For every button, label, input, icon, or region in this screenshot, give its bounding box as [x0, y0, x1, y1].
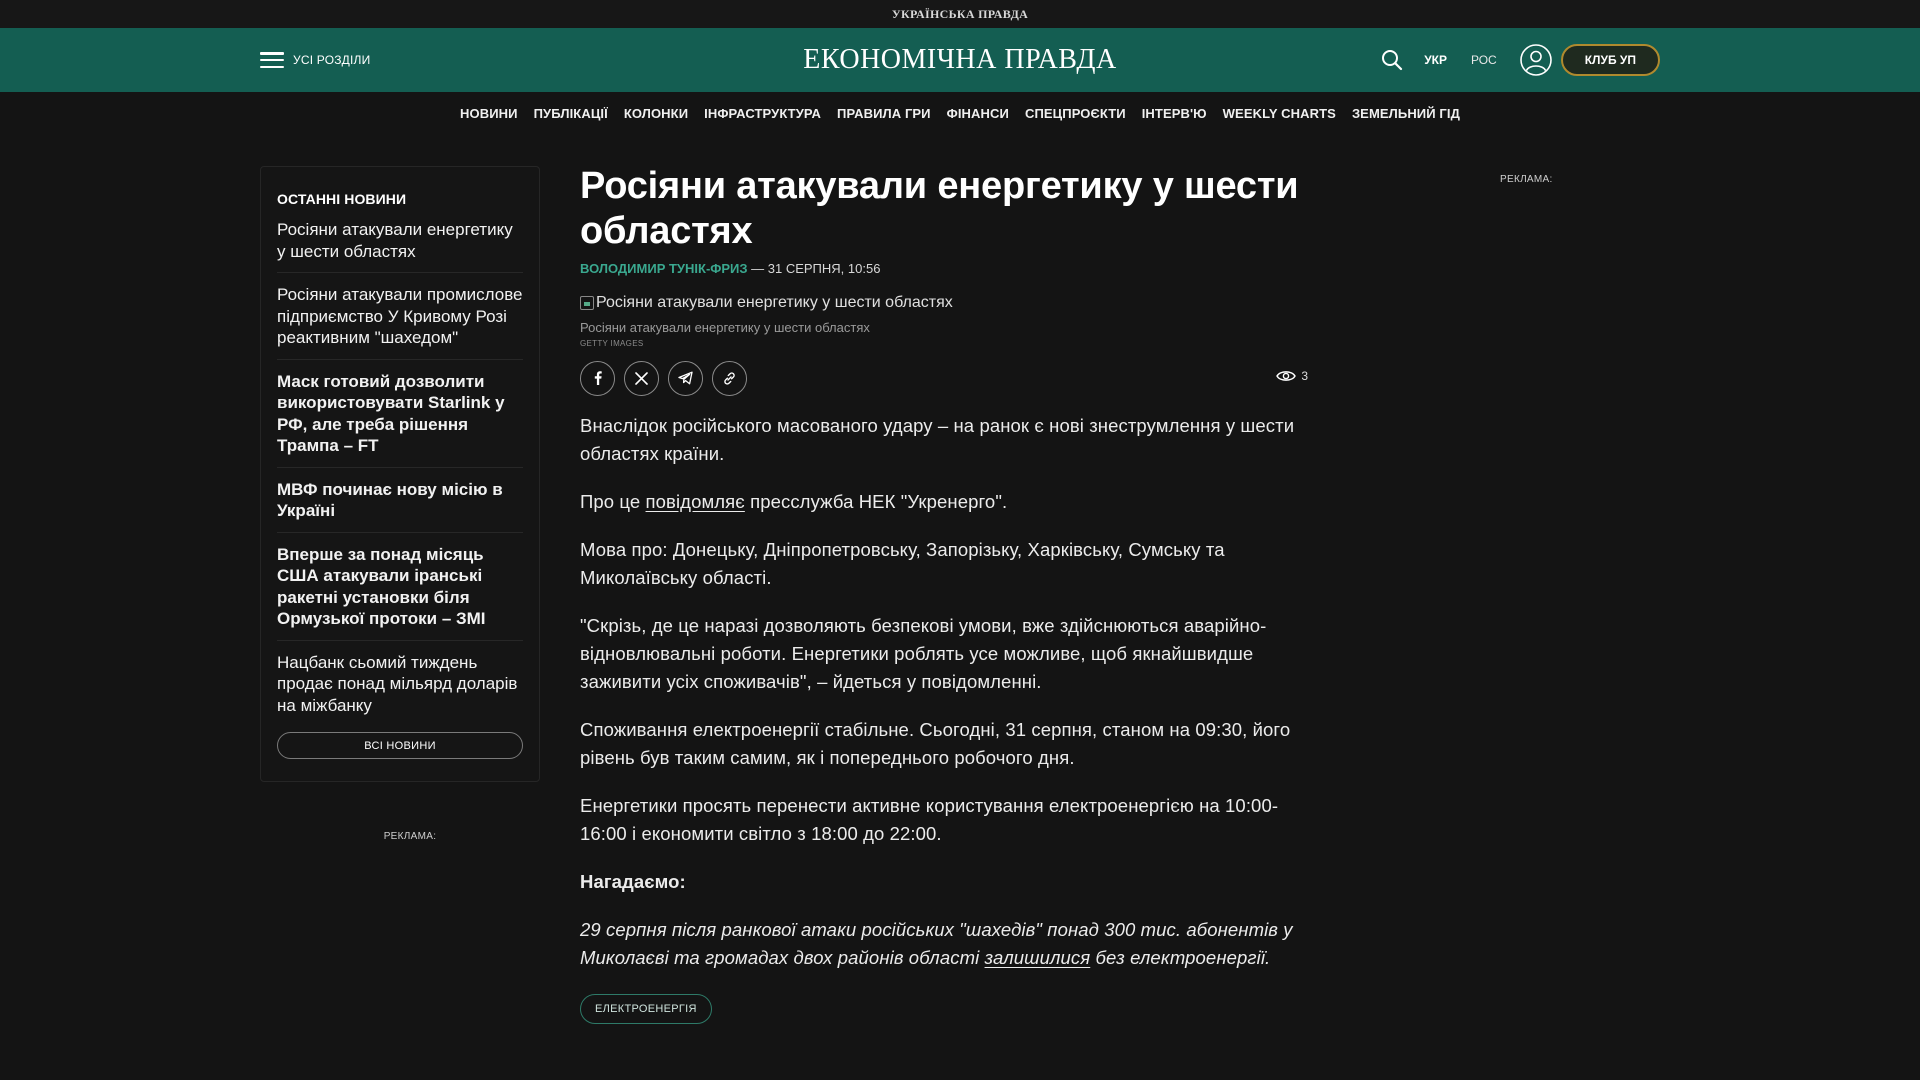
menu-label: УСІ РОЗДІЛИ [293, 53, 371, 67]
article: Росіяни атакували енергетику у шести обл… [580, 164, 1310, 1024]
view-count-value: 3 [1301, 369, 1308, 383]
share-row: 3 [580, 360, 1310, 396]
article-meta: ВОЛОДИМИР ТУНІК-ФРИЗ — 31 СЕРПНЯ, 10:56 [580, 261, 1310, 276]
main-nav: НОВИНИ ПУБЛІКАЦІЇ КОЛОНКИ ІНФРАСТРУКТУРА… [0, 92, 1920, 134]
site-header: УСІ РОЗДІЛИ ЕКОНОМІЧНА ПРАВДА УКР РОС КЛ… [0, 28, 1920, 92]
lang-ukr-link[interactable]: УКР [1424, 53, 1447, 67]
nav-item-news[interactable]: НОВИНИ [460, 106, 518, 121]
tag-electricity[interactable]: ЕЛЕКТРОЕНЕРГІЯ [580, 994, 712, 1024]
nav-item-publications[interactable]: ПУБЛІКАЦІЇ [534, 106, 608, 121]
top-strip: УКРАЇНСЬКА ПРАВДА [0, 0, 1920, 28]
search-button[interactable] [1378, 46, 1406, 74]
telegram-icon [678, 371, 693, 385]
view-count: 3 [1276, 369, 1308, 383]
hamburger-icon [260, 52, 284, 68]
image-credit: GETTY IMAGES [580, 339, 644, 348]
ad-label-right: РЕКЛАМА: [1500, 174, 1553, 185]
user-icon [1519, 44, 1552, 76]
up-site-link[interactable]: УКРАЇНСЬКА ПРАВДА [892, 7, 1028, 22]
site-logo[interactable]: ЕКОНОМІЧНА ПРАВДА [803, 44, 1116, 76]
paragraph: Про це повідомляє пресслужба НЕК "Укрене… [580, 488, 1300, 516]
paragraph: Внаслідок російського масованого удару –… [580, 415, 1295, 464]
facebook-icon [594, 371, 602, 385]
paragraph-text: пресслужба НЕК "Укренерго". [744, 491, 1008, 512]
nav-item-interview[interactable]: ІНТЕРВ'Ю [1142, 106, 1207, 121]
broken-image-icon [580, 296, 594, 310]
news-item[interactable]: Вперше за понад місяць США атакували іра… [277, 544, 523, 641]
nav-item-columns[interactable]: КОЛОНКИ [624, 106, 688, 121]
news-item[interactable]: Маск готовий дозволити використовувати S… [277, 371, 523, 468]
news-item[interactable]: Росіяни атакували енергетику у шести обл… [277, 219, 523, 273]
search-icon [1382, 50, 1403, 71]
sidebar-title: ОСТАННІ НОВИНИ [277, 191, 407, 207]
lang-ros-link[interactable]: РОС [1471, 53, 1497, 67]
link-icon [724, 371, 735, 385]
paragraph-text: без електроенергії. [1090, 947, 1271, 968]
paragraph: "Скрізь, де це наразі дозволяють безпеко… [580, 615, 1267, 692]
eye-icon [1276, 371, 1297, 381]
all-news-button[interactable]: ВСІ НОВИНИ [277, 732, 523, 759]
reminder-heading: Нагадаємо: [580, 871, 686, 892]
article-date: — 31 СЕРПНЯ, 10:56 [747, 261, 881, 276]
x-icon [635, 371, 648, 385]
nav-item-weekly-charts[interactable]: WEEKLY CHARTS [1223, 106, 1336, 121]
news-item[interactable]: МВФ починає нову місію в Україні [277, 479, 523, 533]
nav-item-infrastructure[interactable]: ІНФРАСТРУКТУРА [704, 106, 821, 121]
article-body: Внаслідок російського масованого удару –… [580, 412, 1300, 1024]
related-link[interactable]: залишилися [985, 947, 1091, 968]
share-x-button[interactable] [624, 360, 659, 396]
latest-news-sidebar: ОСТАННІ НОВИНИ Росіяни атакували енергет… [260, 166, 540, 782]
image-alt-text: Росіяни атакували енергетику у шести обл… [596, 294, 953, 311]
paragraph: 29 серпня після ранкової атаки російськи… [580, 916, 1300, 972]
user-account-button[interactable] [1519, 43, 1553, 77]
nav-item-rules[interactable]: ПРАВИЛА ГРИ [837, 106, 931, 121]
copy-link-button[interactable] [712, 360, 747, 396]
page-layout: ОСТАННІ НОВИНИ Росіяни атакували енергет… [260, 134, 1660, 1080]
nav-item-land-guide[interactable]: ЗЕМЕЛЬНИЙ ГІД [1352, 106, 1460, 121]
news-item[interactable]: Нацбанк сьомий тиждень продає понад міль… [277, 652, 523, 727]
share-facebook-button[interactable] [580, 360, 615, 396]
news-item[interactable]: Росіяни атакували промислове підприємств… [277, 284, 523, 360]
paragraph: Мова про: Донецьку, Дніпропетровську, За… [580, 539, 1225, 588]
paragraph: Енергетики просять перенести активне кор… [580, 795, 1279, 844]
image-caption: Росіяни атакували енергетику у шести обл… [580, 320, 870, 335]
all-sections-menu-button[interactable]: УСІ РОЗДІЛИ [260, 52, 370, 68]
ad-label-left: РЕКЛАМА: [383, 831, 437, 842]
article-title: Росіяни атакували енергетику у шести обл… [580, 165, 1299, 252]
share-telegram-button[interactable] [668, 360, 703, 396]
author-link[interactable]: ВОЛОДИМИР ТУНІК-ФРИЗ [580, 261, 748, 276]
article-image: Росіяни атакували енергетику у шести обл… [580, 294, 1310, 312]
nav-item-finance[interactable]: ФІНАНСИ [947, 106, 1009, 121]
source-link[interactable]: повідомляє [646, 491, 745, 512]
paragraph-text: Про це [580, 491, 646, 512]
paragraph: Споживання електроенергії стабільне. Сьо… [580, 719, 1291, 768]
nav-item-special-projects[interactable]: СПЕЦПРОЄКТИ [1025, 106, 1126, 121]
club-up-button[interactable]: КЛУБ УП [1560, 44, 1660, 76]
